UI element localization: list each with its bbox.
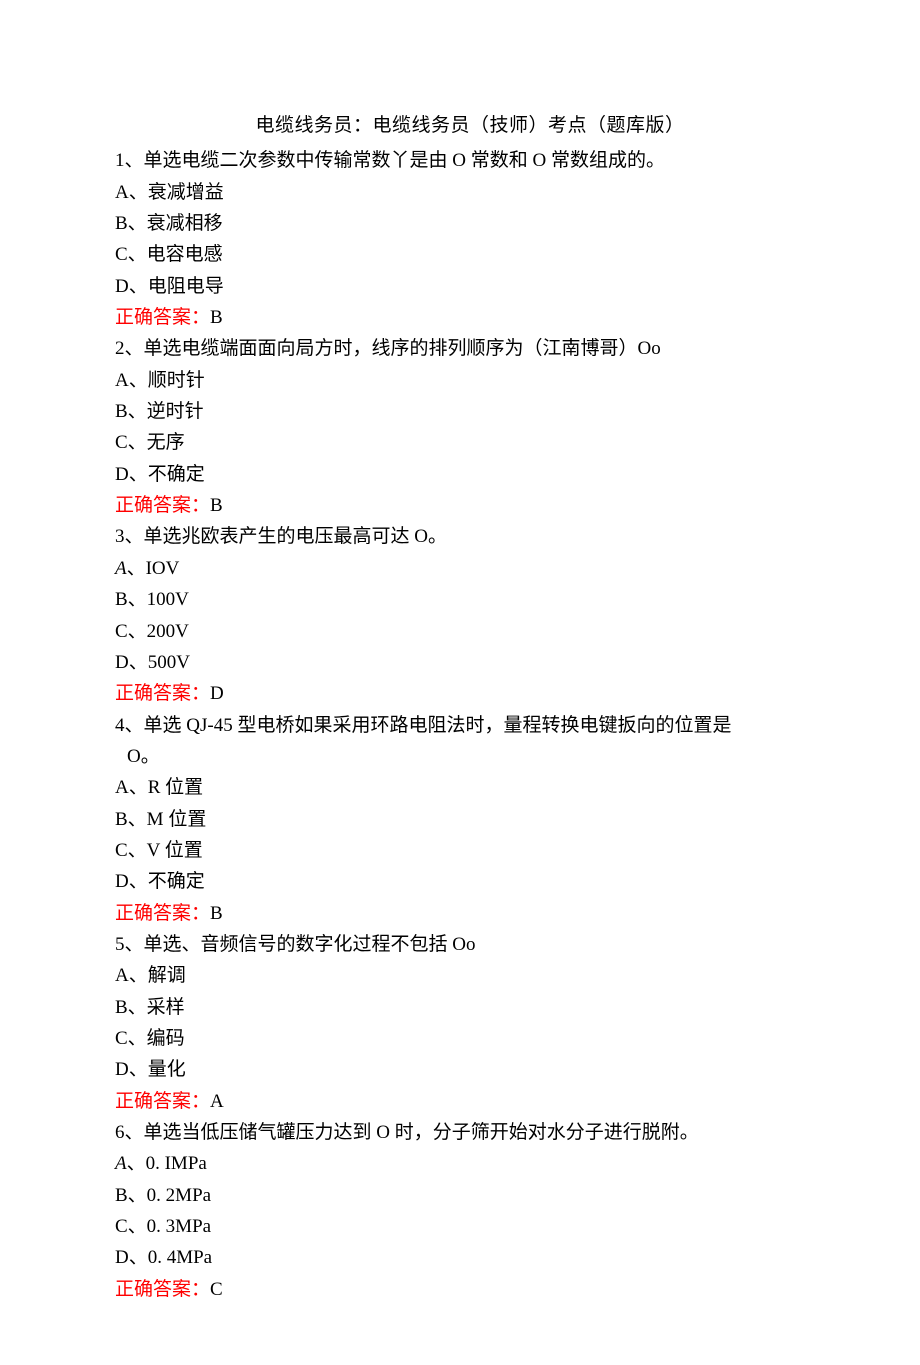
question-stem-cont: O。: [115, 741, 825, 772]
question-stem: 5、单选、音频信号的数字化过程不包括 Oo: [115, 929, 825, 960]
answer-value: B: [210, 495, 223, 516]
answer-value: C: [210, 1279, 223, 1300]
option-b: B、M 位置: [115, 804, 825, 835]
option-prefix: A: [115, 1153, 127, 1174]
option-b: B、100V: [115, 584, 825, 615]
option-text: 、0. IMPa: [127, 1153, 207, 1174]
option-d: D、不确定: [115, 459, 825, 490]
option-text: 、IOV: [127, 558, 180, 579]
question-stem: 1、单选电缆二次参数中传输常数丫是由 O 常数和 O 常数组成的。: [115, 145, 825, 176]
answer-label: 正确答案：: [115, 1279, 210, 1300]
option-c: C、电容电感: [115, 239, 825, 270]
option-d: D、500V: [115, 647, 825, 678]
answer-label: 正确答案：: [115, 495, 210, 516]
option-a: A、解调: [115, 960, 825, 991]
option-b: B、逆时针: [115, 396, 825, 427]
option-c: C、编码: [115, 1023, 825, 1054]
option-b: B、0. 2MPa: [115, 1180, 825, 1211]
answer-line: 正确答案：A: [115, 1086, 825, 1117]
question-stem: 6、单选当低压储气罐压力达到 O 时，分子筛开始对水分子进行脱附。: [115, 1117, 825, 1148]
answer-line: 正确答案：B: [115, 490, 825, 521]
option-a: A、顺时针: [115, 365, 825, 396]
option-a: A、R 位置: [115, 772, 825, 803]
option-b: B、衰减相移: [115, 208, 825, 239]
option-d: D、量化: [115, 1054, 825, 1085]
option-d: D、电阻电导: [115, 271, 825, 302]
option-c: C、0. 3MPa: [115, 1211, 825, 1242]
option-c: C、无序: [115, 427, 825, 458]
answer-value: D: [210, 683, 224, 704]
question-stem: 3、单选兆欧表产生的电压最高可达 O。: [115, 521, 825, 552]
option-a: A、衰减增益: [115, 177, 825, 208]
answer-line: 正确答案：C: [115, 1274, 825, 1305]
answer-value: B: [210, 903, 223, 924]
answer-label: 正确答案：: [115, 903, 210, 924]
option-prefix: A: [115, 558, 127, 579]
answer-value: A: [210, 1091, 224, 1112]
option-d: D、不确定: [115, 866, 825, 897]
answer-line: 正确答案：D: [115, 678, 825, 709]
answer-label: 正确答案：: [115, 683, 210, 704]
option-b: B、采样: [115, 992, 825, 1023]
answer-label: 正确答案：: [115, 307, 210, 328]
answer-line: 正确答案：B: [115, 302, 825, 333]
option-c: C、200V: [115, 616, 825, 647]
option-a: A、0. IMPa: [115, 1148, 825, 1179]
answer-value: B: [210, 307, 223, 328]
question-stem: 4、单选 QJ-45 型电桥如果采用环路电阻法时，量程转换电键扳向的位置是: [115, 710, 825, 741]
answer-line: 正确答案：B: [115, 898, 825, 929]
answer-label: 正确答案：: [115, 1091, 210, 1112]
option-a: A、IOV: [115, 553, 825, 584]
option-c: C、V 位置: [115, 835, 825, 866]
document-title: 电缆线务员：电缆线务员（技师）考点（题库版）: [115, 110, 825, 141]
option-d: D、0. 4MPa: [115, 1242, 825, 1273]
question-stem: 2、单选电缆端面面向局方时，线序的排列顺序为（江南博哥）Oo: [115, 333, 825, 364]
